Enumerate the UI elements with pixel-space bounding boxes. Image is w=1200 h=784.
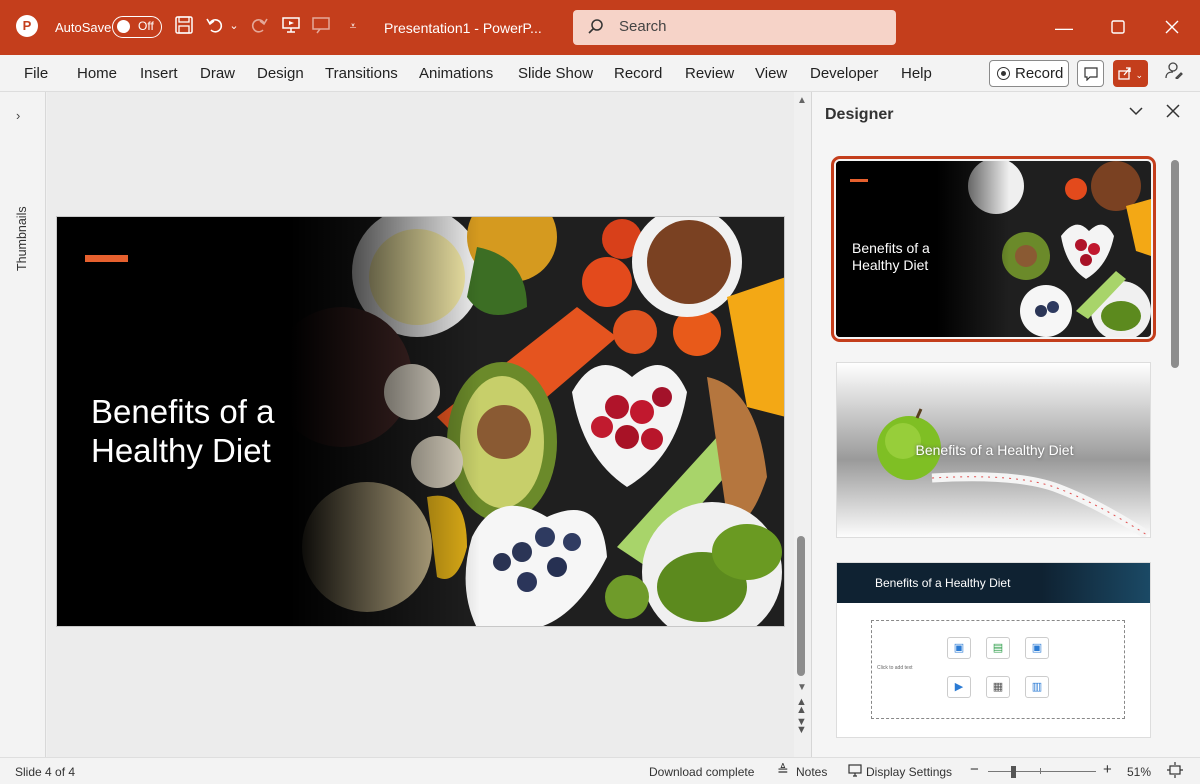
document-title: Presentation1 - PowerP...: [384, 20, 542, 36]
display-settings-button[interactable]: Display Settings: [866, 765, 952, 779]
design-idea-3-body-text: Click to add text: [877, 665, 913, 671]
tab-design[interactable]: Design: [257, 65, 304, 82]
comments-button[interactable]: [1077, 60, 1104, 87]
next-slide-icon[interactable]: ▼ ▼: [796, 717, 807, 736]
tab-animations[interactable]: Animations: [419, 65, 493, 82]
present-icon[interactable]: [310, 15, 332, 37]
notes-icon[interactable]: ≜: [777, 762, 789, 779]
search-icon: [587, 18, 605, 41]
design-idea-card-1[interactable]: Benefits of a Healthy Diet: [831, 156, 1156, 342]
designer-pane: Designer Benefits of a Healthy Diet Bene…: [811, 92, 1200, 757]
record-button[interactable]: Record: [989, 60, 1069, 87]
tab-draw[interactable]: Draw: [200, 65, 235, 82]
design-idea-2-title: Benefits of a Healthy Diet: [915, 442, 1074, 458]
record-button-label: Record: [1015, 65, 1064, 82]
insert-video-icon: ▶: [947, 676, 971, 698]
record-icon: [997, 67, 1010, 80]
tab-help[interactable]: Help: [901, 65, 932, 82]
share-chevron-icon: ⌄: [1135, 70, 1144, 80]
tab-view[interactable]: View: [755, 65, 787, 82]
powerpoint-logo-icon: P: [16, 15, 38, 37]
autosave-label: AutoSave: [55, 20, 112, 35]
undo-dropdown-chevron-icon[interactable]: ⌄: [228, 15, 240, 37]
toggle-knob: [117, 20, 130, 33]
thumbnails-label[interactable]: Thumbnails: [15, 206, 29, 271]
autosave-state: Off: [138, 19, 154, 33]
designer-options-chevron-icon[interactable]: [1128, 104, 1144, 122]
tab-file[interactable]: File: [24, 65, 48, 82]
save-icon[interactable]: [173, 15, 195, 37]
tab-slide-show[interactable]: Slide Show: [518, 65, 593, 82]
status-bar: Slide 4 of 4 Download complete ≜ Notes D…: [0, 757, 1200, 784]
customize-quick-access-icon[interactable]: ⩡: [342, 15, 364, 37]
designer-title: Designer: [825, 106, 894, 123]
fit-slide-icon[interactable]: [1167, 762, 1183, 781]
title-accent-bar: [85, 255, 128, 262]
thumbnails-pane[interactable]: › Thumbnails: [0, 92, 46, 757]
notes-button[interactable]: Notes: [796, 765, 827, 779]
insert-document-icon: ▤: [986, 637, 1010, 659]
scroll-up-icon[interactable]: ▲: [797, 95, 807, 106]
undo-icon[interactable]: [204, 15, 226, 37]
title-bar: P AutoSave Off ⌄ ⩡ Presentation1 - Power…: [0, 0, 1200, 55]
redo-icon[interactable]: [248, 15, 270, 37]
zoom-slider[interactable]: [988, 771, 1096, 772]
insert-picture-icon: ▣: [947, 637, 971, 659]
scroll-down-icon[interactable]: ▼: [797, 682, 807, 693]
tab-review[interactable]: Review: [685, 65, 734, 82]
close-icon[interactable]: [1158, 14, 1186, 42]
insert-online-picture-icon: ▣: [1025, 637, 1049, 659]
minimize-icon[interactable]: —: [1050, 14, 1078, 42]
search-input[interactable]: Search: [573, 10, 896, 45]
ribbon-tab-bar: File Home Insert Draw Design Transitions…: [0, 55, 1200, 92]
autosave-toggle[interactable]: Off: [112, 16, 162, 38]
design-idea-1-title: Benefits of a Healthy Diet: [852, 240, 930, 273]
zoom-in-button[interactable]: +: [1103, 761, 1112, 778]
present-from-beginning-icon[interactable]: [280, 15, 302, 37]
slide-title[interactable]: Benefits of a Healthy Diet: [91, 392, 341, 470]
share-button[interactable]: ⌄: [1113, 60, 1148, 87]
download-status: Download complete: [649, 765, 755, 779]
tab-insert[interactable]: Insert: [140, 65, 178, 82]
coauthoring-icon[interactable]: [1161, 61, 1187, 87]
comment-icon: [1083, 66, 1098, 82]
zoom-slider-midpoint: [1040, 768, 1041, 774]
slide-scrollbar[interactable]: ▲ ▼ ▲ ▲ ▼ ▼: [794, 92, 810, 757]
zoom-slider-knob[interactable]: [1011, 766, 1016, 778]
design-idea-3-content-placeholder: Click to add text ▣ ▤ ▣ ▶ ▦ ▥: [871, 620, 1125, 719]
slide-counter[interactable]: Slide 4 of 4: [15, 765, 75, 779]
maximize-icon[interactable]: [1104, 14, 1132, 42]
tab-transitions[interactable]: Transitions: [325, 65, 398, 82]
tab-developer[interactable]: Developer: [810, 65, 878, 82]
designer-close-icon[interactable]: [1166, 102, 1180, 124]
share-icon: [1118, 66, 1136, 81]
zoom-level[interactable]: 51%: [1127, 765, 1151, 779]
expand-thumbnails-chevron-icon[interactable]: ›: [16, 108, 20, 123]
insert-chart-icon: ▥: [1025, 676, 1049, 698]
design-idea-card-2[interactable]: Benefits of a Healthy Diet: [836, 362, 1151, 538]
previous-slide-icon[interactable]: ▲ ▲: [796, 697, 807, 716]
design-idea-3-title: Benefits of a Healthy Diet: [875, 576, 1011, 590]
search-placeholder: Search: [619, 18, 667, 35]
tab-record[interactable]: Record: [614, 65, 662, 82]
design-idea-card-3[interactable]: Benefits of a Healthy Diet Click to add …: [836, 562, 1151, 738]
designer-scrollbar-thumb[interactable]: [1171, 160, 1179, 368]
scrollbar-thumb[interactable]: [797, 536, 805, 676]
current-slide[interactable]: Benefits of a Healthy Diet: [56, 216, 785, 627]
insert-table-icon: ▦: [986, 676, 1010, 698]
tab-home[interactable]: Home: [77, 65, 117, 82]
display-settings-icon[interactable]: [848, 763, 862, 780]
zoom-out-button[interactable]: −: [970, 761, 979, 778]
